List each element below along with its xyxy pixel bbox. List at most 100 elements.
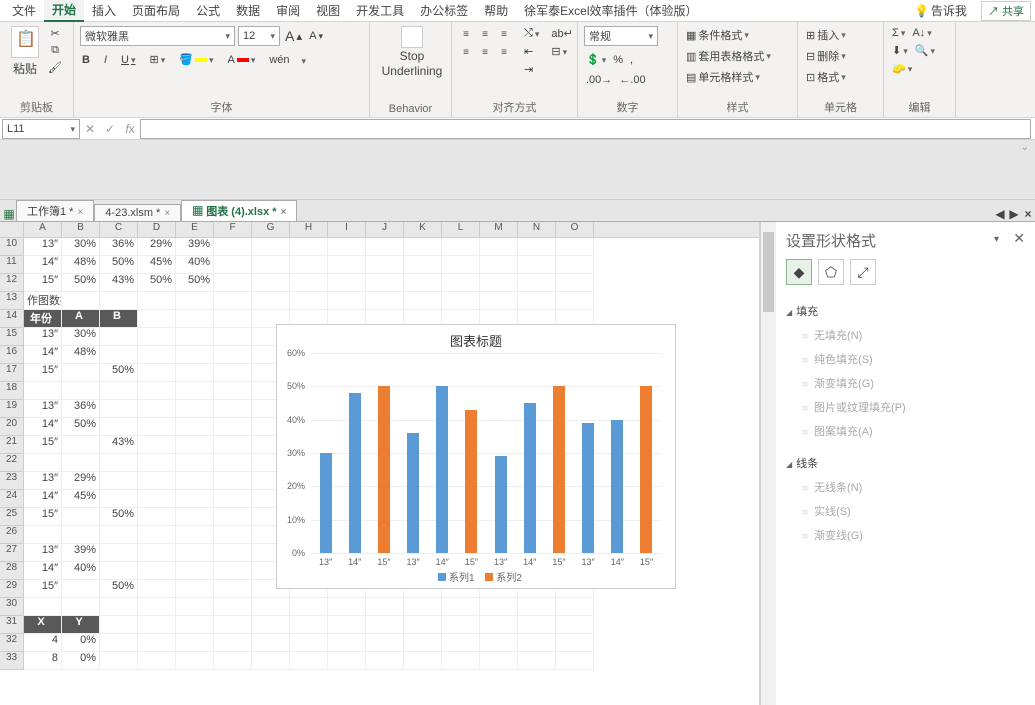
column-header[interactable]: K — [404, 222, 442, 237]
cell[interactable] — [404, 256, 442, 274]
cell[interactable] — [214, 346, 252, 364]
cell[interactable] — [214, 238, 252, 256]
cell[interactable]: 45% — [62, 490, 100, 508]
menu-insert[interactable]: 插入 — [84, 0, 124, 21]
cell[interactable] — [518, 238, 556, 256]
cell[interactable]: 15″ — [24, 508, 62, 526]
cell[interactable]: 13″ — [24, 238, 62, 256]
cell[interactable]: 50% — [100, 508, 138, 526]
orientation-icon[interactable]: ⤭ — [522, 26, 541, 41]
cell[interactable]: 13″ — [24, 328, 62, 346]
cell[interactable] — [138, 364, 176, 382]
indent-increase-icon[interactable]: ⇥ — [522, 62, 541, 77]
cell[interactable] — [176, 508, 214, 526]
menu-developer[interactable]: 开发工具 — [348, 0, 412, 21]
cell[interactable] — [328, 256, 366, 274]
cell[interactable] — [556, 634, 594, 652]
cell[interactable] — [328, 274, 366, 292]
cell[interactable] — [176, 472, 214, 490]
cell[interactable] — [214, 400, 252, 418]
border-button[interactable]: ⊞ — [148, 52, 168, 67]
cell[interactable]: 30% — [62, 328, 100, 346]
cell[interactable]: 15″ — [24, 580, 62, 598]
cell[interactable]: 8 — [24, 652, 62, 670]
cell[interactable] — [24, 598, 62, 616]
cell[interactable] — [328, 634, 366, 652]
cell[interactable] — [480, 634, 518, 652]
cell[interactable]: 48% — [62, 346, 100, 364]
menu-page-layout[interactable]: 页面布局 — [124, 0, 188, 21]
cell[interactable] — [518, 616, 556, 634]
cell[interactable] — [556, 616, 594, 634]
cell[interactable] — [480, 274, 518, 292]
column-header[interactable]: C — [100, 222, 138, 237]
underline-button[interactable]: U — [119, 53, 137, 67]
cell[interactable] — [328, 616, 366, 634]
cell[interactable]: 13″ — [24, 544, 62, 562]
column-header[interactable]: L — [442, 222, 480, 237]
cell[interactable] — [366, 598, 404, 616]
cell[interactable] — [176, 328, 214, 346]
cell[interactable] — [442, 256, 480, 274]
enter-formula-icon[interactable]: ✓ — [100, 122, 120, 136]
cell[interactable] — [100, 652, 138, 670]
font-name-combo[interactable]: 微软雅黑 — [80, 26, 235, 46]
cell[interactable] — [442, 634, 480, 652]
row-header[interactable]: 32 — [0, 634, 24, 652]
window-close-icon[interactable]: × — [1021, 207, 1035, 221]
cell[interactable] — [176, 562, 214, 580]
column-header[interactable]: M — [480, 222, 518, 237]
cell[interactable]: 14″ — [24, 562, 62, 580]
cell[interactable] — [328, 238, 366, 256]
row-header[interactable]: 21 — [0, 436, 24, 454]
cell[interactable]: 50% — [100, 580, 138, 598]
cell[interactable]: 39% — [62, 544, 100, 562]
cell[interactable] — [176, 382, 214, 400]
cell[interactable]: 14″ — [24, 418, 62, 436]
cell[interactable] — [176, 400, 214, 418]
cell[interactable]: 50% — [62, 418, 100, 436]
effects-tab-icon[interactable]: ⬠ — [818, 259, 844, 285]
menu-office-tab[interactable]: 办公标签 — [412, 0, 476, 21]
cell[interactable] — [176, 490, 214, 508]
column-header[interactable]: E — [176, 222, 214, 237]
cell[interactable] — [214, 616, 252, 634]
row-header[interactable]: 15 — [0, 328, 24, 346]
cell[interactable] — [556, 292, 594, 310]
cell[interactable] — [518, 598, 556, 616]
format-painter-icon[interactable]: 🖌 — [48, 60, 62, 74]
cell[interactable] — [138, 616, 176, 634]
find-select-icon[interactable]: 🔍 — [913, 43, 937, 58]
row-header[interactable]: 29 — [0, 580, 24, 598]
cell[interactable] — [252, 238, 290, 256]
cell[interactable] — [176, 364, 214, 382]
cell[interactable] — [138, 292, 176, 310]
cell[interactable] — [518, 634, 556, 652]
name-box[interactable]: L11 — [2, 119, 80, 139]
cell[interactable] — [442, 598, 480, 616]
cell[interactable] — [366, 292, 404, 310]
workbook-tab[interactable]: 4-23.xlsm *× — [94, 204, 181, 221]
fill-option[interactable]: 渐变填充(G) — [786, 371, 1025, 395]
cell[interactable]: 29% — [138, 238, 176, 256]
cell[interactable] — [214, 544, 252, 562]
cell[interactable] — [214, 562, 252, 580]
cell[interactable] — [442, 616, 480, 634]
row-header[interactable]: 25 — [0, 508, 24, 526]
menu-view[interactable]: 视图 — [308, 0, 348, 21]
behavior-button[interactable]: Stop Underlining — [376, 26, 448, 101]
cell[interactable] — [290, 616, 328, 634]
cell[interactable] — [24, 454, 62, 472]
fill-option[interactable]: 图片或纹理填充(P) — [786, 395, 1025, 419]
cell[interactable] — [176, 418, 214, 436]
column-header[interactable]: F — [214, 222, 252, 237]
cell[interactable] — [328, 652, 366, 670]
font-color-button[interactable]: A — [225, 53, 257, 67]
cell[interactable]: 43% — [100, 274, 138, 292]
row-header[interactable]: 14 — [0, 310, 24, 328]
cell[interactable] — [100, 418, 138, 436]
worksheet-grid[interactable]: ABCDEFGHIJKLMNO 1013″30%36%29%39%1114″48… — [0, 222, 760, 705]
cell[interactable]: 0% — [62, 652, 100, 670]
cell[interactable] — [176, 346, 214, 364]
cell[interactable] — [138, 508, 176, 526]
